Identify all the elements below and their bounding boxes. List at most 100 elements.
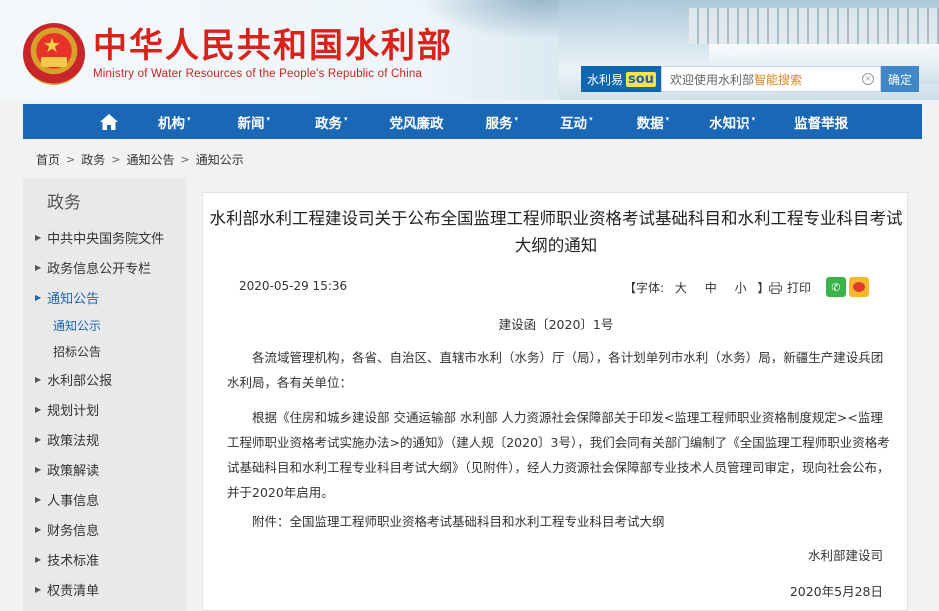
print-button[interactable]: 打印 [769, 279, 811, 296]
article: 水利部水利工程建设司关于公布全国监理工程师职业资格考试基础科目和水利工程专业科目… [202, 192, 908, 611]
sidebar-item-interpretation[interactable]: ▶ 政策解读 [23, 454, 186, 484]
sidebar-item-label: 政策解读 [47, 463, 100, 479]
font-size-label: 【字体: [624, 281, 665, 295]
breadcrumb-politics[interactable]: 政务 [81, 151, 105, 168]
sidebar-item-label: 规划计划 [47, 403, 100, 419]
triangle-right-icon: ▶ [35, 464, 42, 474]
triangle-right-icon: ▶ [35, 524, 42, 534]
article-signer: 水利部建设司 [807, 548, 883, 563]
dropdown-caret-icon: ▾ [187, 114, 191, 123]
triangle-right-icon: ▶ [35, 292, 42, 302]
nav-item[interactable]: 数据 ▾ [637, 104, 670, 139]
sidebar-heading: 政务 [47, 192, 81, 213]
search-placeholder-highlight: 智能搜索 [754, 72, 803, 87]
sidebar-item-label: 技术标准 [47, 553, 100, 569]
sidebar-item-label: 政务信息公开专栏 [47, 261, 152, 277]
sidebar-item-label: 通知公告 [47, 291, 100, 307]
sidebar-item-planning[interactable]: ▶ 规划计划 [23, 394, 186, 424]
sidebar: 政务 ▶ 中共中央国务院文件 ▶ 政务信息公开专栏 ▶ 通知公告 通知公示 招标公告 … [23, 178, 186, 611]
nav-item[interactable]: 服务 ▾ [486, 104, 519, 139]
font-size-controls: 【字体: 大 中 小 】 [624, 279, 769, 296]
nav-item[interactable]: 政务 ▾ [315, 104, 348, 139]
triangle-right-icon: ▶ [35, 374, 42, 384]
triangle-right-icon: ▶ [35, 404, 42, 414]
article-paragraph: 根据《住房和城乡建设部 交通运输部 水利部 人力资源社会保障部关于印发<监理工程… [227, 410, 890, 500]
font-large-button[interactable]: 大 [675, 281, 687, 295]
dropdown-caret-icon: ▾ [665, 114, 670, 123]
search-input[interactable]: 欢迎使用水利部 智能搜索 × [661, 66, 881, 92]
triangle-right-icon: ▶ [35, 584, 42, 594]
dropdown-caret-icon: ▾ [344, 114, 348, 123]
printer-icon [769, 281, 782, 294]
print-label: 打印 [787, 281, 812, 295]
article-title: 水利部水利工程建设司关于公布全国监理工程师职业资格考试基础科目和水利工程专业科目… [209, 209, 903, 255]
sidebar-subitem-notice-public[interactable]: 通知公示 [23, 312, 186, 338]
sidebar-item-central-docs[interactable]: ▶ 中共中央国务院文件 [23, 222, 186, 252]
sidebar-item-label: 财务信息 [47, 523, 100, 539]
sidebar-item-standards[interactable]: ▶ 技术标准 [23, 544, 186, 574]
sidebar-item-finance[interactable]: ▶ 财务信息 [23, 514, 186, 544]
search-brand-badge: sou [626, 71, 656, 87]
nav-item[interactable]: 机构 ▾ [158, 104, 191, 139]
search-brand: 水利易 sou [581, 66, 661, 92]
share-buttons: ✆ [826, 277, 869, 297]
article-date: 2020-05-29 15:36 [239, 279, 348, 293]
main-nav: 机构 ▾ 新闻 ▾ 政务 ▾ 党风廉政 服务 ▾ 互动 ▾ 数据 ▾ 水知识 ▾ 监督举报 [23, 104, 922, 139]
triangle-right-icon: ▶ [35, 232, 42, 242]
breadcrumb-separator-icon: > [66, 153, 76, 166]
nav-item[interactable]: 互动 ▾ [560, 104, 593, 139]
site-subtitle: Ministry of Water Resources of the Peopl… [93, 68, 423, 80]
sidebar-item-personnel[interactable]: ▶ 人事信息 [23, 484, 186, 514]
triangle-right-icon: ▶ [35, 554, 42, 564]
breadcrumb-home[interactable]: 首页 [36, 151, 60, 168]
triangle-right-icon: ▶ [35, 494, 42, 504]
nav-item[interactable]: 新闻 ▾ [238, 104, 271, 139]
font-medium-button[interactable]: 中 [705, 281, 717, 295]
triangle-right-icon: ▶ [35, 262, 42, 272]
site-title[interactable]: 中华人民共和国水利部 [93, 26, 453, 66]
nav-item[interactable]: 监督举报 [794, 104, 848, 139]
sidebar-item-open-info[interactable]: ▶ 政务信息公开专栏 [23, 252, 186, 282]
triangle-right-icon: ▶ [35, 434, 42, 444]
document-number: 建设函〔2020〕1号 [498, 317, 614, 332]
nav-item-label: 互动 [560, 115, 588, 132]
home-icon[interactable] [83, 104, 135, 139]
attachment-link[interactable]: 附件：全国监理工程师职业资格考试基础科目和水利工程专业科目考试大纲 [227, 509, 891, 534]
sidebar-item-label: 权责清单 [47, 583, 100, 599]
dropdown-caret-icon: ▾ [589, 114, 593, 123]
article-paragraph: 各流域管理机构，各省、自治区、直辖市水利（水务）厅（局），各计划单列市水利（水务… [227, 350, 884, 390]
sidebar-item-label: 中共中央国务院文件 [47, 231, 165, 247]
sidebar-item-regulations[interactable]: ▶ 政策法规 [23, 424, 186, 454]
article-sign-date: 2020年5月28日 [789, 584, 883, 599]
sidebar-subitem-tender[interactable]: 招标公告 [23, 338, 186, 364]
search-submit-button[interactable]: 确定 [881, 66, 919, 92]
breadcrumb: 首页 > 政务 > 通知公告 > 通知公示 [36, 151, 244, 168]
nav-item[interactable]: 水知识 ▾ [709, 104, 755, 139]
nav-item-label: 监督举报 [794, 115, 849, 132]
nav-item-label: 新闻 [237, 115, 265, 132]
nav-item-label: 水知识 [709, 115, 750, 132]
nav-item-label: 党风廉政 [389, 115, 444, 132]
search-brand-label: 水利易 [587, 72, 624, 87]
breadcrumb-notices[interactable]: 通知公告 [126, 151, 174, 168]
sidebar-item-bulletin[interactable]: ▶ 水利部公报 [23, 364, 186, 394]
sidebar-item-label: 人事信息 [47, 493, 100, 509]
weibo-share-icon[interactable] [849, 277, 869, 297]
sidebar-item-powers[interactable]: ▶ 权责清单 [23, 574, 186, 604]
sidebar-item-label: 政策法规 [47, 433, 100, 449]
breadcrumb-current[interactable]: 通知公示 [196, 151, 244, 168]
search-placeholder: 欢迎使用水利部 [670, 72, 755, 87]
font-small-button[interactable]: 小 [735, 281, 747, 295]
wechat-share-icon[interactable]: ✆ [826, 277, 846, 297]
nav-item-label: 数据 [636, 115, 664, 132]
breadcrumb-separator-icon: > [180, 153, 190, 166]
nav-item-label: 政务 [315, 115, 343, 132]
nav-item-label: 服务 [485, 115, 513, 132]
national-emblem-icon[interactable]: ★ [23, 23, 85, 85]
clear-icon[interactable]: × [862, 73, 874, 85]
font-size-bracket: 】 [757, 281, 770, 295]
nav-item[interactable]: 党风廉政 [390, 104, 444, 139]
dropdown-caret-icon: ▾ [514, 114, 519, 123]
sidebar-item-notices[interactable]: ▶ 通知公告 [23, 282, 186, 312]
breadcrumb-separator-icon: > [111, 153, 121, 166]
